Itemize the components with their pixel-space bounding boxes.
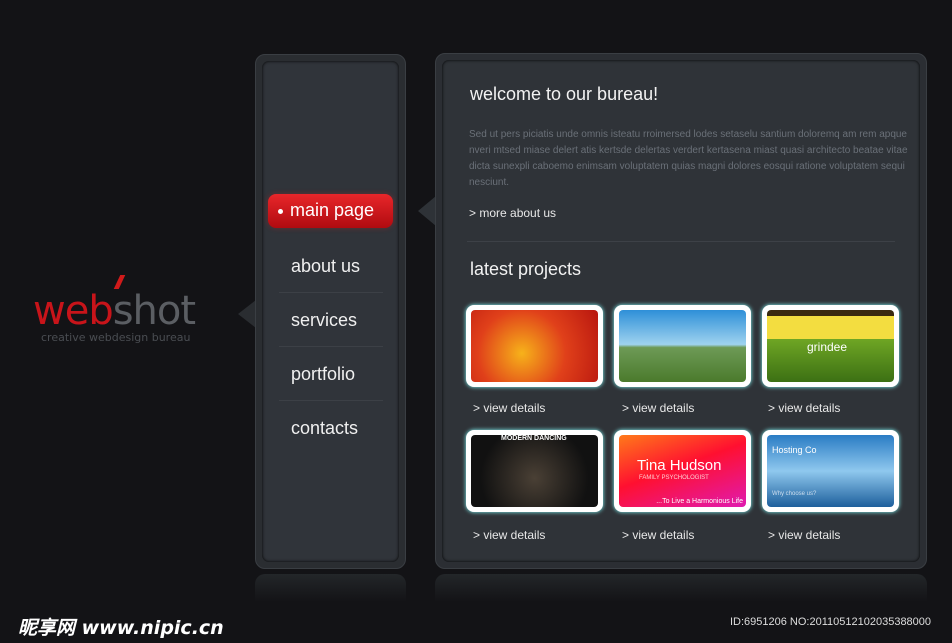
nav-pointer: [238, 300, 256, 328]
logo-web: web: [33, 288, 114, 334]
nav-item-services[interactable]: services: [279, 293, 383, 347]
view-details-link-6[interactable]: > view details: [768, 528, 840, 542]
projects-title: latest projects: [470, 259, 582, 279]
nav-item-contacts[interactable]: contacts: [279, 401, 383, 455]
nav-reflection: [255, 574, 406, 602]
view-details-link-4[interactable]: > view details: [473, 528, 545, 542]
watermark-id: ID:6951206 NO:20110512102035388000: [730, 616, 932, 628]
view-details-link-2[interactable]: > view details: [622, 401, 694, 415]
view-details-link-1[interactable]: > view details: [473, 401, 545, 415]
content-pointer: [418, 196, 436, 226]
project-thumb-4[interactable]: MODERN DANCING: [466, 430, 603, 512]
welcome-text: Sed ut pers piciatis unde omnis isteatu …: [469, 129, 908, 188]
logo-tagline: creative webdesign bureau: [41, 331, 191, 344]
more-about-us-link[interactable]: > more about us: [469, 206, 556, 220]
welcome-title: welcome to our bureau!: [470, 84, 659, 104]
bullet-icon: [278, 208, 283, 214]
nav-item-main-page[interactable]: main page: [268, 194, 393, 228]
divider: [467, 241, 895, 242]
watermark-site: 昵享网 www.nipic.cn: [18, 617, 224, 639]
content-reflection: [435, 574, 927, 602]
project-thumb-2[interactable]: [614, 305, 751, 387]
logo-accent: [113, 275, 126, 289]
nav-item-about-us[interactable]: about us: [279, 239, 383, 293]
project-thumb-5[interactable]: Tina Hudson FAMILY PSYCHOLOGIST ...To Live…: [614, 430, 751, 512]
project-thumb-6[interactable]: Hosting Co Why choose us?: [762, 430, 899, 512]
project-thumb-1[interactable]: [466, 305, 603, 387]
view-details-link-3[interactable]: > view details: [768, 401, 840, 415]
logo-shot: shot: [112, 288, 196, 334]
nav-item-portfolio[interactable]: portfolio: [279, 347, 383, 401]
project-thumb-3[interactable]: grindee: [762, 305, 899, 387]
view-details-link-5[interactable]: > view details: [622, 528, 694, 542]
